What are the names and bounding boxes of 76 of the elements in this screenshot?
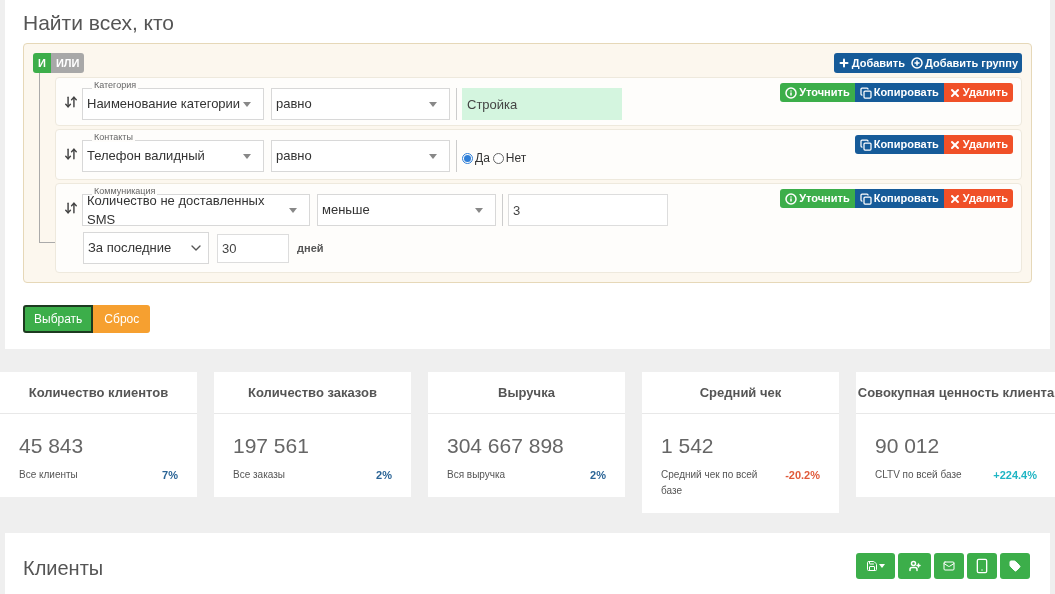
copy-icon xyxy=(859,192,872,205)
save-icon xyxy=(866,559,878,572)
stat-value: 90 012 xyxy=(875,433,941,459)
stat-change: 7% xyxy=(162,467,178,483)
radio-label: Нет xyxy=(505,150,527,167)
period-select[interactable]: За последние xyxy=(83,232,209,264)
section-title: Клиенты xyxy=(23,555,104,581)
stat-title: Выручка xyxy=(428,372,625,414)
stat-change: -20.2% xyxy=(785,467,820,483)
envelope-icon xyxy=(943,559,955,572)
add-user-icon xyxy=(908,559,921,572)
sort-icon[interactable] xyxy=(64,201,78,215)
sort-icon[interactable] xyxy=(64,147,78,161)
stat-title: Средний чек xyxy=(642,372,839,414)
add-user-button[interactable] xyxy=(898,552,931,579)
tag-icon xyxy=(1009,559,1021,572)
stat-value: 1 542 xyxy=(661,433,715,459)
count-field[interactable]: 30 xyxy=(217,233,289,263)
copy-button[interactable]: Копировать xyxy=(854,135,944,154)
info-icon xyxy=(785,192,798,205)
page-title: Найти всех, кто xyxy=(23,12,176,33)
group-label: Коммуникация xyxy=(92,187,158,196)
copy-button[interactable]: Копировать xyxy=(854,189,944,208)
stat-title: Количество заказов xyxy=(214,372,411,414)
caret-icon xyxy=(879,563,885,568)
stat-caption: Все заказы xyxy=(233,467,285,482)
delete-button[interactable]: Удалить xyxy=(943,189,1013,208)
add-button[interactable]: Добавить xyxy=(837,53,905,73)
value-field[interactable]: Стройка xyxy=(462,88,622,120)
stat-caption: Вся выручка xyxy=(447,467,506,482)
stat-caption: Средний чек по всей базе xyxy=(661,467,759,498)
operator-select[interactable]: равно xyxy=(271,88,450,120)
sort-icon[interactable] xyxy=(64,95,78,109)
stat-change: +224.4% xyxy=(993,467,1037,483)
close-icon xyxy=(948,192,961,205)
save-button[interactable] xyxy=(856,552,895,579)
stat-caption: Все клиенты xyxy=(19,467,78,482)
stat-value: 304 667 898 xyxy=(447,433,565,459)
tag-button[interactable] xyxy=(1000,552,1030,579)
copy-icon xyxy=(859,138,872,151)
group-label: Контакты xyxy=(92,133,135,142)
phone-button[interactable] xyxy=(967,552,997,579)
email-button[interactable] xyxy=(934,552,964,579)
radio-label: Да xyxy=(475,150,490,167)
delete-button[interactable]: Удалить xyxy=(943,83,1013,102)
field-select[interactable]: Наименование категории xyxy=(82,88,264,120)
stat-change: 2% xyxy=(376,467,392,483)
info-icon xyxy=(785,86,798,99)
close-icon xyxy=(948,86,961,99)
copy-button[interactable]: Копировать xyxy=(854,83,944,102)
caret-icon xyxy=(289,207,297,213)
stat-value: 45 843 xyxy=(19,433,85,459)
stat-caption: CLTV по всей базе xyxy=(875,467,962,482)
field-select[interactable]: Телефон валидный xyxy=(82,140,264,172)
caret-icon xyxy=(429,153,437,159)
plus-icon xyxy=(837,57,850,69)
radio-button[interactable] xyxy=(492,152,504,164)
stat-title: Совокупная ценность клиента xyxy=(856,372,1055,414)
caret-icon xyxy=(475,207,483,213)
stat-value: 197 561 xyxy=(233,433,310,459)
caret-icon xyxy=(429,101,437,107)
group-label: Категория xyxy=(92,81,139,90)
delete-button[interactable]: Удалить xyxy=(943,135,1013,154)
copy-icon xyxy=(859,86,872,99)
operator-select[interactable]: равно xyxy=(271,140,450,172)
plus-circle-icon xyxy=(911,57,923,69)
unit-label: дней xyxy=(297,240,324,256)
operator-select[interactable]: меньше xyxy=(317,194,496,226)
caret-icon xyxy=(243,153,251,159)
add-group-button[interactable]: Добавить группу xyxy=(911,53,1018,73)
stat-change: 2% xyxy=(590,467,606,483)
phone-icon xyxy=(974,557,990,574)
caret-icon xyxy=(243,101,251,107)
close-icon xyxy=(948,138,961,151)
value-field[interactable]: 3 xyxy=(508,194,668,226)
stat-title: Количество клиентов xyxy=(0,372,197,414)
